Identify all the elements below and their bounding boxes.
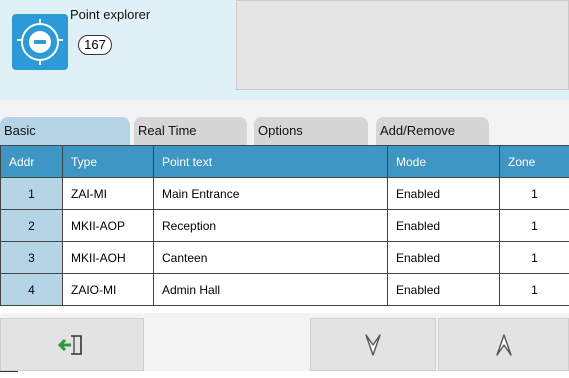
- footer-toolbar: [0, 318, 569, 371]
- cell-zone: 1: [499, 241, 569, 274]
- info-panel: [236, 0, 569, 90]
- cell-addr: 1: [0, 177, 63, 210]
- exit-button[interactable]: [0, 318, 144, 371]
- cell-type: ZAIO-MI: [62, 273, 154, 306]
- cell-type: ZAI-MI: [62, 177, 154, 210]
- point-explorer-window: Point explorer 167 Basic Real Time Optio…: [0, 0, 569, 371]
- exit-icon: [57, 334, 82, 355]
- device-logo-icon: [12, 14, 68, 70]
- cell-addr: 3: [0, 241, 63, 274]
- table-header-row: Addr Type Point text Mode Zone: [0, 145, 569, 178]
- tab-real-time[interactable]: Real Time: [134, 117, 247, 145]
- tab-basic[interactable]: Basic: [0, 117, 130, 145]
- cell-addr: 4: [0, 273, 63, 306]
- scroll-up-icon: [495, 333, 512, 356]
- scroll-down-icon: [365, 333, 381, 356]
- column-header-addr[interactable]: Addr: [0, 145, 63, 178]
- cell-type: MKII-AOP: [62, 209, 154, 242]
- cell-mode: Enabled: [387, 177, 500, 210]
- cell-mode: Enabled: [387, 273, 500, 306]
- cell-zone: 1: [499, 177, 569, 210]
- cell-addr: 2: [0, 209, 63, 242]
- divider: [0, 371, 18, 372]
- table-row[interactable]: 4 ZAIO-MI Admin Hall Enabled 1: [0, 273, 569, 306]
- bottom-strip: [0, 371, 569, 378]
- cell-mode: Enabled: [387, 241, 500, 274]
- cell-mode: Enabled: [387, 209, 500, 242]
- cell-zone: 1: [499, 209, 569, 242]
- cell-zone: 1: [499, 273, 569, 306]
- scroll-down-button[interactable]: [310, 318, 436, 371]
- column-header-mode[interactable]: Mode: [387, 145, 500, 178]
- column-header-point-text[interactable]: Point text: [153, 145, 388, 178]
- cell-point-text: Reception: [153, 209, 388, 242]
- cell-point-text: Main Entrance: [153, 177, 388, 210]
- footer-spacer: [144, 318, 310, 371]
- column-header-zone[interactable]: Zone: [499, 145, 569, 178]
- cell-type: MKII-AOH: [62, 241, 154, 274]
- cell-point-text: Canteen: [153, 241, 388, 274]
- scroll-up-button[interactable]: [438, 318, 569, 371]
- column-header-type[interactable]: Type: [62, 145, 154, 178]
- page-title: Point explorer: [70, 7, 151, 22]
- table-row[interactable]: 2 MKII-AOP Reception Enabled 1: [0, 209, 569, 242]
- table-row[interactable]: 3 MKII-AOH Canteen Enabled 1: [0, 241, 569, 274]
- cell-point-text: Admin Hall: [153, 273, 388, 306]
- tab-options[interactable]: Options: [254, 117, 368, 145]
- table-row[interactable]: 1 ZAI-MI Main Entrance Enabled 1: [0, 177, 569, 210]
- point-count-badge: 167: [78, 35, 112, 55]
- points-table: Addr Type Point text Mode Zone 1 ZAI-MI …: [0, 145, 569, 313]
- tab-add-remove[interactable]: Add/Remove: [376, 117, 489, 145]
